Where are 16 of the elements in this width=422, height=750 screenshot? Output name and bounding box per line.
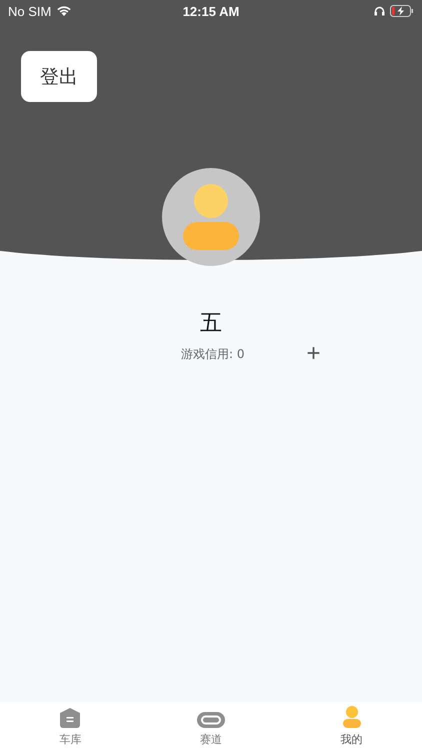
track-icon [197,712,225,728]
tab[interactable]: 赛道 [140,702,282,750]
person-icon [342,706,362,728]
logout-button[interactable]: 登出 [21,51,97,102]
wifi-icon [56,5,72,17]
tab[interactable]: 我的 [281,702,422,750]
time-text: 12:15 AM [182,4,240,18]
carrier-text: No SIM [8,4,52,18]
avatar-icon [162,168,260,266]
credit-text: 游戏信用: 0 [181,346,244,362]
tab[interactable]: 车库 [0,702,141,750]
add-button[interactable]: + [306,344,321,364]
garage-icon [59,708,82,728]
user-name: 五 [199,310,223,338]
headphones-icon [374,6,385,16]
battery-icon [390,5,414,17]
